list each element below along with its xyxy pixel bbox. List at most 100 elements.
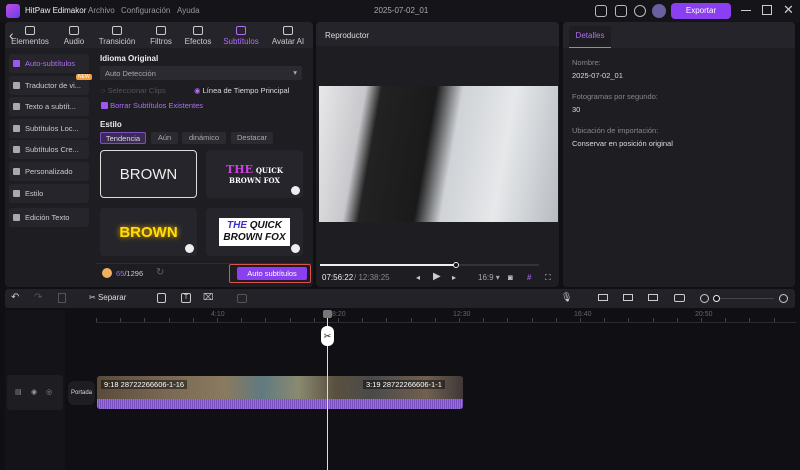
progress-handle[interactable]	[452, 262, 459, 268]
delete-icon[interactable]	[58, 293, 66, 303]
language-select[interactable]: Auto Detección ▾	[100, 66, 302, 80]
style-label: Estilo	[100, 120, 122, 129]
snap-icon[interactable]	[623, 294, 633, 301]
menu-configuracion[interactable]: Configuración	[121, 6, 170, 15]
snapshot-icon[interactable]: ◙	[508, 273, 513, 282]
card-text: QUICK	[249, 220, 282, 231]
text-icon[interactable]: T	[181, 293, 191, 303]
style-card-sticker[interactable]: THE QUICK BROWN FOX	[206, 208, 303, 256]
detail-value: 30	[572, 105, 581, 114]
maximize-icon[interactable]	[762, 5, 772, 15]
link-icon[interactable]	[598, 294, 608, 301]
download-icon[interactable]	[634, 5, 646, 17]
sidebar-item[interactable]: Estilo	[9, 184, 89, 203]
cover-button[interactable]: Portada	[68, 381, 95, 405]
next-frame-icon[interactable]: ▸	[452, 273, 456, 282]
card-text: BROWN	[119, 165, 178, 183]
zoom-handle[interactable]	[713, 295, 720, 302]
zoom-slider[interactable]	[716, 298, 774, 299]
remove-text-icon[interactable]: ⌧	[203, 292, 213, 303]
style-tab-aun[interactable]: Aún	[151, 132, 178, 144]
ruler-tick	[580, 318, 581, 322]
download-icon[interactable]	[291, 186, 300, 195]
style-card-glow[interactable]: BROWN	[100, 208, 197, 256]
delete-existing-checkbox[interactable]: Borrar Subtítulos Existentes	[101, 101, 203, 110]
coin-icon	[102, 268, 112, 278]
sidebar-item[interactable]: Edición Texto	[9, 208, 89, 227]
radio-main-timeline[interactable]: ◉ Línea de Tiempo Principal	[194, 86, 289, 95]
download-icon[interactable]	[185, 244, 194, 253]
ruler-tick	[701, 318, 702, 322]
split-button[interactable]: ✂ Separar	[89, 293, 126, 302]
layout-icon[interactable]	[595, 5, 607, 17]
effects-icon	[193, 26, 203, 35]
tab-transicin[interactable]: Transición	[93, 22, 141, 48]
fit-icon[interactable]	[674, 294, 685, 302]
prev-frame-icon[interactable]: ◂	[416, 273, 420, 282]
tab-filtros[interactable]: Filtros	[145, 22, 177, 48]
refresh-icon[interactable]: ↻	[156, 267, 164, 278]
zoom-in-icon[interactable]	[779, 294, 788, 303]
redo-icon[interactable]: ↷	[34, 292, 42, 303]
sidebar-item[interactable]: Texto a subtít...	[9, 97, 89, 116]
aspect-ratio-select[interactable]: 16:9 ▾	[478, 273, 500, 282]
detail-label: Fotogramas por segundo:	[572, 92, 658, 101]
tab-avatarai[interactable]: Avatar AI	[268, 22, 308, 48]
feedback-icon[interactable]	[615, 5, 627, 17]
play-icon[interactable]: ▶	[433, 271, 441, 282]
style-card-plain[interactable]: BROWN	[100, 150, 197, 198]
style-tab-tendencia[interactable]: Tendencia	[100, 132, 146, 144]
playhead-handle[interactable]	[323, 310, 332, 318]
sidebar-item[interactable]: Subtítulos Cre...	[9, 140, 89, 159]
export-button[interactable]: Exportar	[671, 3, 731, 19]
fullscreen-icon[interactable]: ⛶	[545, 273, 551, 283]
tab-subttulos[interactable]: Subtítulos	[218, 22, 264, 48]
export-clip-icon[interactable]	[237, 294, 247, 303]
card-text: THE	[226, 220, 247, 231]
style-tab-destacar[interactable]: Destacar	[231, 132, 273, 144]
style-card-quick-fox[interactable]: THE QUICK BROWN FOX	[206, 150, 303, 198]
tab-elementos[interactable]: Elementos	[6, 22, 54, 48]
zoom-out-icon[interactable]	[700, 294, 709, 303]
tab-label: Filtros	[150, 37, 172, 46]
ruler-tick	[652, 318, 654, 322]
microphone-icon[interactable]: 🎙	[561, 292, 572, 303]
ruler-tick	[410, 318, 412, 322]
ruler-tick	[168, 318, 170, 322]
menu-ayuda[interactable]: Ayuda	[177, 6, 200, 15]
subtitles-icon	[236, 26, 246, 35]
ruler-label: 16:40	[574, 311, 592, 318]
split-audio-icon[interactable]	[648, 294, 658, 301]
audio-waveform	[97, 399, 463, 409]
transition-icon	[112, 26, 122, 35]
close-icon[interactable]: ✕	[783, 2, 794, 18]
ruler-tick	[362, 318, 364, 322]
ruler-label: 4:10	[211, 311, 225, 318]
undo-icon[interactable]: ↶	[11, 292, 19, 303]
track-visibility-icon[interactable]: ◉	[31, 388, 37, 396]
download-icon[interactable]	[291, 244, 300, 253]
grid-icon[interactable]: #	[527, 273, 531, 282]
subtitle-icon[interactable]	[157, 293, 166, 303]
track-lock-icon[interactable]: ▤	[15, 388, 22, 396]
progress-track[interactable]	[320, 264, 539, 266]
video-clip[interactable]: 9:18 28722266606-1-16 3:19 28722266606-1…	[97, 376, 463, 409]
style-tab-dinamico[interactable]: dinámico	[182, 132, 226, 144]
ruler-tick	[338, 318, 339, 322]
avatar[interactable]	[652, 4, 666, 18]
checkbox-label: Borrar Subtítulos Existentes	[110, 101, 204, 110]
minimize-icon[interactable]	[741, 10, 751, 11]
scissors-cursor-icon: ✂	[321, 326, 334, 346]
sidebar-item[interactable]: Auto-subtítulos	[9, 54, 89, 73]
tab-audio[interactable]: Audio	[58, 22, 90, 48]
radio-select-clips[interactable]: ○ Seleccionar Clips	[101, 86, 166, 95]
current-time: 07:56:22	[322, 273, 354, 282]
tab-efectos[interactable]: Efectos	[180, 22, 216, 48]
split-label: Separar	[97, 293, 127, 302]
sidebar-item[interactable]: Personalizado	[9, 162, 89, 181]
auto-subtitles-button[interactable]: Auto subtítulos	[237, 267, 307, 280]
tab-details[interactable]: Detalles	[569, 26, 611, 48]
track-mute-icon[interactable]: ◎	[46, 388, 52, 396]
sidebar-item[interactable]: Subtítulos Loc...	[9, 119, 89, 138]
menu-archivo[interactable]: Archivo	[88, 6, 115, 15]
